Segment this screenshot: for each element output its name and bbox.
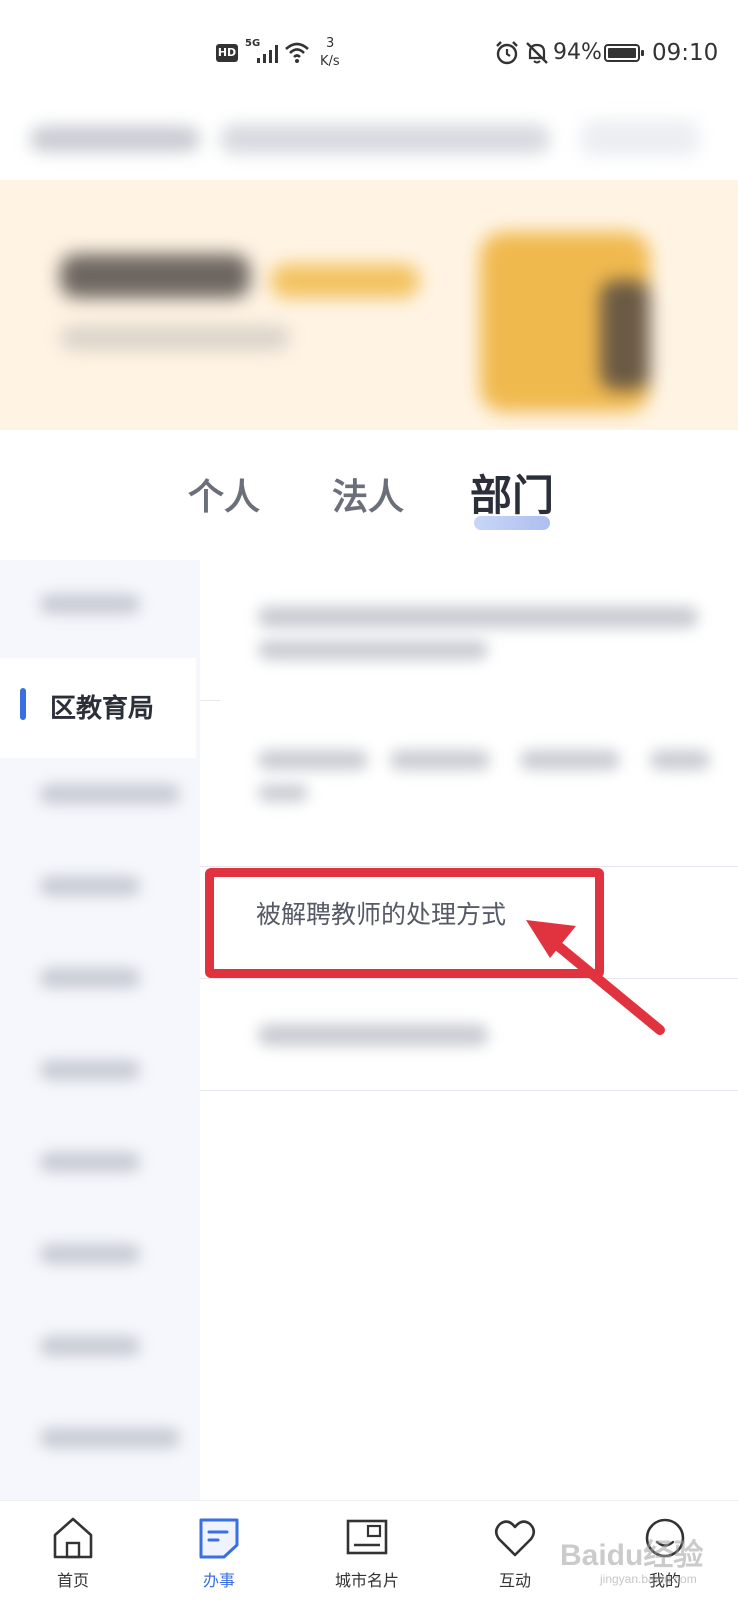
document-icon	[199, 1518, 239, 1559]
speed-unit: K/s	[320, 54, 340, 69]
alarm-icon	[496, 41, 518, 65]
sidebar-item-district-education-bureau[interactable]: 区教育局	[0, 658, 196, 758]
sidebar-item[interactable]	[0, 934, 196, 1026]
clock: 09:10	[652, 40, 719, 66]
sidebar-item[interactable]	[0, 1210, 196, 1302]
nav-services[interactable]: 办事	[174, 1509, 264, 1591]
watermark: Baidu经验	[560, 1539, 704, 1572]
speed-value: 3	[326, 36, 335, 51]
sidebar-item[interactable]	[0, 1394, 196, 1486]
divider	[200, 700, 220, 701]
postcard-icon	[346, 1519, 388, 1555]
nav-label: 办事	[202, 1571, 235, 1590]
status-bar: HD 5G 3 K/s 94% 09:10	[0, 0, 738, 104]
nav-home[interactable]: 首页	[28, 1509, 118, 1591]
sidebar-item[interactable]	[0, 1302, 196, 1394]
sidebar-item[interactable]	[0, 1026, 196, 1118]
nav-label: 城市名片	[334, 1571, 399, 1590]
annotation-arrow	[526, 920, 665, 1035]
category-tabs: 个人 法人 部门	[0, 430, 738, 550]
nav-city-card[interactable]: 城市名片	[322, 1509, 412, 1591]
nav-label: 互动	[498, 1571, 531, 1590]
promo-banner[interactable]	[0, 180, 738, 430]
active-marker	[20, 688, 26, 720]
sidebar-item-label: 区教育局	[50, 694, 155, 724]
divider	[200, 1090, 738, 1091]
signal-icon	[257, 45, 278, 63]
department-sidebar: 区教育局	[0, 560, 210, 1500]
tab-active-indicator	[474, 516, 550, 530]
tab-legal-person[interactable]: 法人	[332, 468, 404, 520]
tab-personal[interactable]: 个人	[188, 468, 260, 520]
bell-muted-icon	[526, 42, 548, 64]
blurred-search-header	[20, 110, 720, 166]
nav-interact[interactable]: 互动	[470, 1509, 560, 1591]
heart-icon	[494, 1520, 536, 1557]
home-icon	[53, 1517, 93, 1559]
wifi-icon	[285, 42, 309, 63]
watermark-url: jingyan.baidu.com	[600, 1572, 697, 1586]
hd-badge: HD	[216, 44, 238, 62]
nav-label: 首页	[56, 1571, 89, 1590]
sidebar-item[interactable]	[0, 560, 196, 652]
sidebar-item[interactable]	[0, 1118, 196, 1210]
battery-icon	[604, 44, 644, 62]
sidebar-item[interactable]	[0, 842, 196, 934]
divider	[200, 866, 738, 867]
sidebar-item[interactable]	[0, 750, 196, 842]
battery-percent: 94%	[553, 40, 602, 65]
tab-department[interactable]: 部门	[470, 462, 554, 523]
